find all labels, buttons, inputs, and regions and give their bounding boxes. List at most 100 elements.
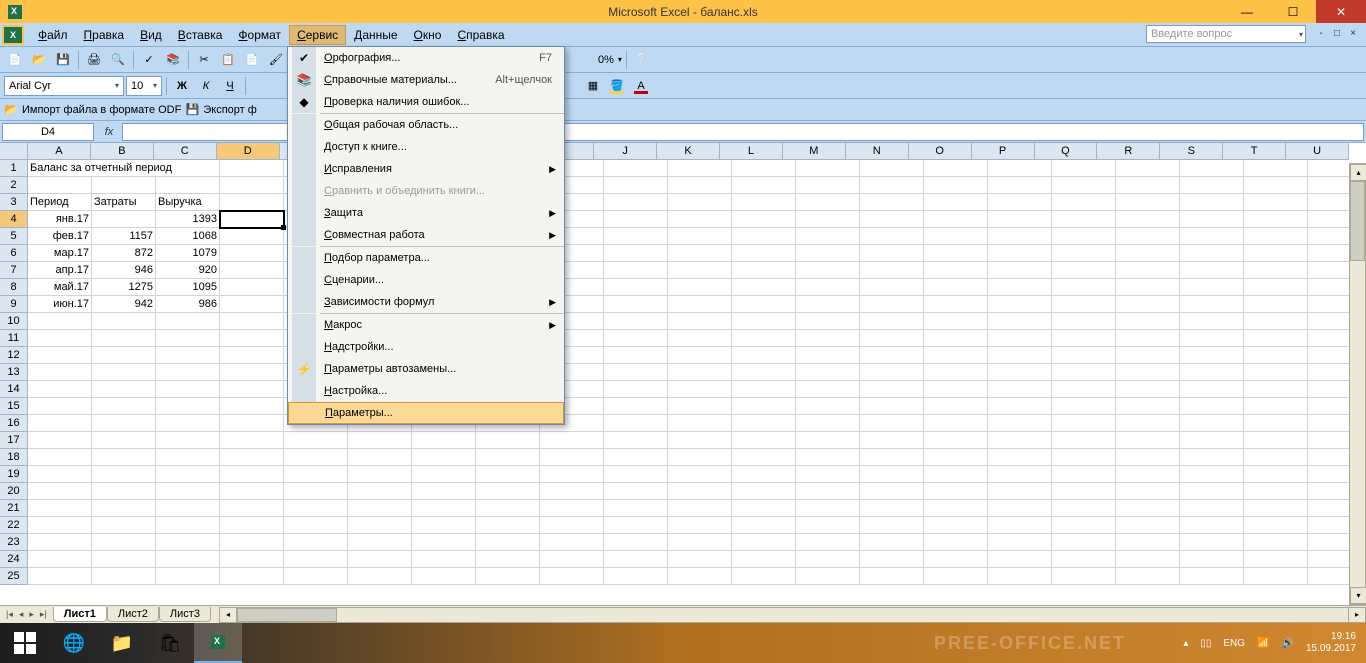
tray-up-icon[interactable]: ▴ bbox=[1183, 638, 1188, 649]
cell[interactable] bbox=[1244, 330, 1308, 347]
cell[interactable] bbox=[988, 381, 1052, 398]
tray-flag-icon[interactable]: ▯▯ bbox=[1200, 638, 1211, 649]
cell[interactable] bbox=[476, 432, 540, 449]
column-header[interactable]: Q bbox=[1035, 143, 1098, 160]
cell[interactable] bbox=[732, 568, 796, 585]
cell[interactable] bbox=[732, 500, 796, 517]
cell[interactable] bbox=[156, 415, 220, 432]
cell[interactable] bbox=[220, 347, 284, 364]
row-header[interactable]: 8 bbox=[0, 279, 28, 296]
cell[interactable] bbox=[732, 279, 796, 296]
cell[interactable] bbox=[604, 228, 668, 245]
cell[interactable] bbox=[1116, 211, 1180, 228]
row-header[interactable]: 7 bbox=[0, 262, 28, 279]
cell[interactable] bbox=[1180, 398, 1244, 415]
cell[interactable] bbox=[540, 551, 604, 568]
cell[interactable] bbox=[924, 415, 988, 432]
cell[interactable] bbox=[156, 432, 220, 449]
cell[interactable] bbox=[220, 364, 284, 381]
cell[interactable] bbox=[220, 432, 284, 449]
cell[interactable] bbox=[924, 211, 988, 228]
cell[interactable] bbox=[668, 381, 732, 398]
cell[interactable] bbox=[540, 466, 604, 483]
cell[interactable] bbox=[1244, 364, 1308, 381]
cell[interactable] bbox=[220, 381, 284, 398]
cell[interactable] bbox=[988, 517, 1052, 534]
cell[interactable] bbox=[28, 177, 92, 194]
cell[interactable] bbox=[988, 211, 1052, 228]
name-box[interactable]: D4 bbox=[2, 123, 94, 141]
cell[interactable] bbox=[732, 194, 796, 211]
cell[interactable] bbox=[668, 211, 732, 228]
menu-item[interactable]: 📚Справочные материалы...Alt+щелчок bbox=[288, 69, 564, 91]
column-header[interactable]: L bbox=[720, 143, 783, 160]
font-color-button[interactable]: A bbox=[630, 75, 652, 97]
cell[interactable] bbox=[732, 381, 796, 398]
cell[interactable] bbox=[92, 534, 156, 551]
cell[interactable] bbox=[1052, 245, 1116, 262]
sheet-tab[interactable]: Лист1 bbox=[53, 607, 107, 622]
cell[interactable] bbox=[604, 551, 668, 568]
cell[interactable] bbox=[1052, 313, 1116, 330]
column-header[interactable]: T bbox=[1223, 143, 1286, 160]
cell[interactable] bbox=[668, 534, 732, 551]
cell[interactable] bbox=[220, 160, 284, 177]
cell[interactable] bbox=[220, 415, 284, 432]
cell[interactable] bbox=[796, 568, 860, 585]
menu-item[interactable]: Надстройки... bbox=[288, 336, 564, 358]
cell[interactable] bbox=[284, 568, 348, 585]
cell[interactable] bbox=[1180, 296, 1244, 313]
cell[interactable] bbox=[668, 398, 732, 415]
cell[interactable] bbox=[988, 398, 1052, 415]
cell[interactable] bbox=[156, 398, 220, 415]
cell[interactable] bbox=[796, 415, 860, 432]
column-header[interactable]: A bbox=[28, 143, 91, 160]
cell[interactable] bbox=[796, 449, 860, 466]
cell[interactable] bbox=[796, 262, 860, 279]
cell[interactable] bbox=[604, 415, 668, 432]
cell[interactable] bbox=[732, 415, 796, 432]
cell[interactable] bbox=[476, 449, 540, 466]
cell[interactable] bbox=[796, 330, 860, 347]
cell[interactable] bbox=[604, 534, 668, 551]
cell[interactable] bbox=[28, 466, 92, 483]
cell[interactable] bbox=[732, 347, 796, 364]
cell[interactable] bbox=[1180, 551, 1244, 568]
cell[interactable] bbox=[924, 347, 988, 364]
cell[interactable] bbox=[668, 466, 732, 483]
cell[interactable] bbox=[92, 330, 156, 347]
cell[interactable] bbox=[156, 177, 220, 194]
cell[interactable] bbox=[924, 194, 988, 211]
cell[interactable] bbox=[732, 262, 796, 279]
cell[interactable] bbox=[476, 551, 540, 568]
cell[interactable] bbox=[1180, 466, 1244, 483]
spreadsheet-grid[interactable]: ABCDEFGHIJKLMNOPQRSTU 123456789101112131… bbox=[0, 143, 1366, 588]
cell[interactable] bbox=[1116, 194, 1180, 211]
cell[interactable] bbox=[412, 517, 476, 534]
cell[interactable]: Период bbox=[28, 194, 92, 211]
cell[interactable] bbox=[796, 534, 860, 551]
cell[interactable] bbox=[156, 551, 220, 568]
cell[interactable] bbox=[220, 466, 284, 483]
cell[interactable] bbox=[604, 449, 668, 466]
tray-network-icon[interactable]: 📶 bbox=[1257, 638, 1269, 649]
format-painter-button[interactable]: 🖌 bbox=[265, 49, 287, 71]
cell[interactable] bbox=[668, 279, 732, 296]
cell[interactable] bbox=[220, 568, 284, 585]
tray-clock-time[interactable]: 19:16 bbox=[1306, 631, 1356, 643]
cell[interactable] bbox=[28, 449, 92, 466]
cell[interactable] bbox=[796, 245, 860, 262]
cell[interactable] bbox=[1180, 347, 1244, 364]
help-search-input[interactable]: Введите вопрос bbox=[1146, 25, 1306, 43]
cell[interactable] bbox=[860, 517, 924, 534]
cell[interactable] bbox=[28, 432, 92, 449]
cell[interactable] bbox=[1180, 364, 1244, 381]
cell[interactable]: 942 bbox=[92, 296, 156, 313]
cell[interactable] bbox=[796, 228, 860, 245]
column-header[interactable]: C bbox=[154, 143, 217, 160]
row-header[interactable]: 23 bbox=[0, 534, 28, 551]
cell[interactable] bbox=[1116, 364, 1180, 381]
cell[interactable] bbox=[924, 398, 988, 415]
cell[interactable] bbox=[668, 347, 732, 364]
tab-nav-first-icon[interactable]: |◂ bbox=[4, 609, 15, 620]
